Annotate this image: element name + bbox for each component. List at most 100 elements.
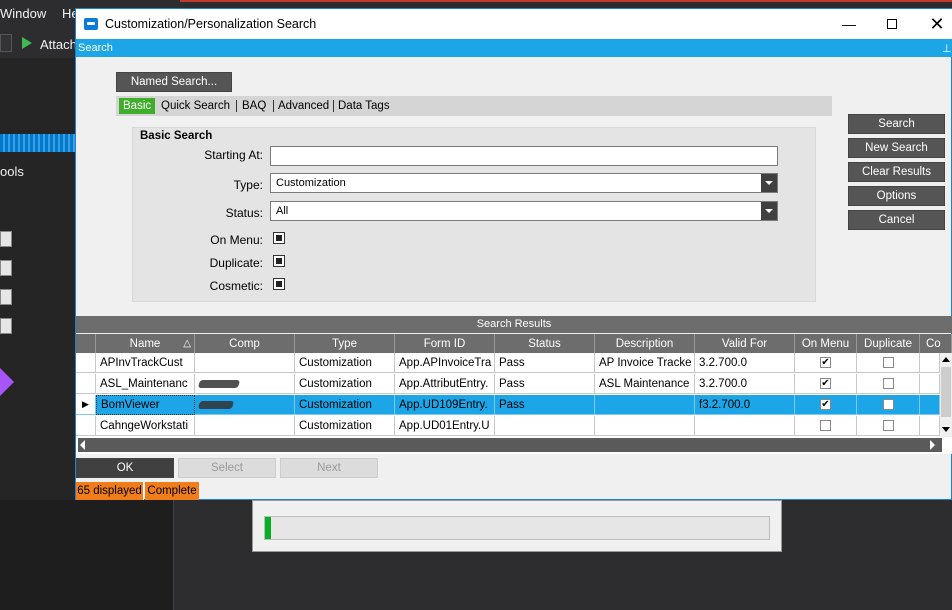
tab-data-tags[interactable]: Data Tags (335, 96, 393, 116)
search-pane-header: Search ⊥ (76, 39, 952, 57)
close-icon: ✕ (929, 13, 945, 34)
search-results-header: Search Results (76, 316, 952, 333)
duplicate-check[interactable] (882, 378, 894, 389)
cell-form-id: App.UD109Entry. (395, 395, 495, 415)
on-menu-check[interactable] (820, 399, 831, 410)
duplicate-label: Duplicate: (209, 256, 263, 270)
cell-form-id: App.AttributEntry. (395, 374, 495, 394)
column-header-co[interactable]: Co (920, 334, 952, 353)
cell-comp (195, 395, 295, 415)
cell-type: Customization (295, 374, 395, 394)
column-header-name[interactable]: Name △ (96, 334, 195, 353)
redacted-mark (197, 400, 235, 409)
new-search-button[interactable]: New Search (848, 138, 945, 158)
bg-progress-fill (265, 517, 271, 539)
column-header-type[interactable]: Type (295, 334, 395, 353)
scroll-thumb[interactable] (941, 367, 951, 417)
column-header-status[interactable]: Status (495, 334, 595, 353)
close-button[interactable]: ✕ (914, 9, 952, 39)
type-select[interactable]: Customization (270, 173, 778, 193)
column-header-description[interactable]: Description (595, 334, 695, 353)
search-button[interactable]: Search (848, 114, 945, 134)
maximize-button[interactable] (869, 9, 915, 39)
ok-button[interactable]: OK (76, 458, 174, 478)
cell-co (920, 353, 940, 373)
cell-on-menu (795, 416, 857, 436)
scroll-right-icon[interactable] (930, 440, 935, 450)
cell-on-menu (795, 395, 857, 415)
column-header-on-menu[interactable]: On Menu (795, 334, 857, 353)
cell-valid-for (695, 416, 795, 436)
cell-status: Pass (495, 395, 595, 415)
dialog-titlebar[interactable]: Customization/Personalization Search — ✕ (76, 9, 952, 39)
named-search-button[interactable]: Named Search... (116, 72, 232, 92)
cell-on-menu (795, 374, 857, 394)
duplicate-check[interactable] (882, 399, 894, 410)
row-selector[interactable] (76, 353, 96, 373)
cell-comp (195, 353, 295, 373)
scroll-up-icon[interactable] (940, 353, 952, 365)
cell-co (920, 395, 940, 415)
scroll-down-icon[interactable] (940, 423, 952, 435)
on-menu-check[interactable] (820, 420, 831, 431)
cell-name: ASL_Maintenanc (96, 374, 195, 394)
vertical-scrollbar[interactable] (940, 353, 952, 437)
cell-name: BomViewer (96, 395, 195, 415)
cosmetic-checkbox[interactable] (273, 278, 285, 290)
scroll-thumb[interactable] (90, 439, 926, 451)
cell-valid-for: 3.2.700.0 (695, 353, 795, 373)
column-header-valid-for[interactable]: Valid For (695, 334, 795, 353)
duplicate-check[interactable] (882, 420, 894, 431)
cell-duplicate (857, 416, 920, 436)
scroll-left-icon[interactable] (80, 440, 85, 450)
play-icon[interactable] (22, 37, 32, 49)
duplicate-checkbox[interactable] (273, 255, 285, 267)
chevron-down-icon[interactable] (761, 202, 777, 220)
options-button[interactable]: Options (848, 186, 945, 206)
minimize-icon: — (842, 16, 856, 32)
status-select-value: All (276, 205, 289, 217)
row-selector[interactable]: ▶ (76, 395, 96, 415)
column-header-form-id[interactable]: Form ID (395, 334, 495, 353)
duplicate-check[interactable] (882, 357, 894, 368)
bg-menu-window[interactable]: Window (0, 6, 46, 21)
bg-box[interactable] (0, 289, 12, 305)
row-selector[interactable] (76, 416, 96, 436)
cell-type: Customization (295, 353, 395, 373)
bg-dropdown[interactable] (0, 34, 12, 52)
row-selector[interactable] (76, 374, 96, 394)
on-menu-check[interactable] (820, 378, 831, 389)
search-pane-title: Search (78, 42, 113, 54)
cell-name: CahngeWorkstati (96, 416, 195, 436)
search-state-badge: Complete (145, 482, 199, 500)
pin-icon[interactable]: ⊥ (942, 42, 952, 55)
bg-box[interactable] (0, 260, 12, 276)
bg-box[interactable] (0, 231, 12, 247)
next-button[interactable]: Next (280, 458, 378, 478)
bg-attach-label[interactable]: Attach (40, 37, 77, 52)
column-header-comp[interactable]: Comp (195, 334, 295, 353)
cancel-button[interactable]: Cancel (848, 210, 945, 230)
column-header-duplicate[interactable]: Duplicate (857, 334, 920, 353)
tab-advanced[interactable]: Advanced (275, 96, 332, 116)
starting-at-input[interactable] (270, 146, 778, 166)
tab-baq[interactable]: BAQ (239, 96, 269, 116)
minimize-button[interactable]: — (826, 9, 872, 39)
on-menu-label: On Menu: (210, 233, 263, 247)
on-menu-checkbox[interactable] (273, 232, 285, 244)
on-menu-check[interactable] (820, 357, 831, 368)
cell-valid-for: 3.2.700.0 (695, 374, 795, 394)
tab-separator (273, 100, 274, 112)
cell-form-id: App.APInvoiceTra (395, 353, 495, 373)
select-button[interactable]: Select (178, 458, 276, 478)
indeterminate-mark (276, 281, 282, 287)
tab-quick-search[interactable]: Quick Search (158, 96, 233, 116)
clear-results-button[interactable]: Clear Results (848, 162, 945, 182)
status-select[interactable]: All (270, 201, 778, 221)
chevron-down-icon[interactable] (761, 174, 777, 192)
results-count-badge: 65 displayed (76, 482, 144, 500)
tab-basic[interactable]: Basic (119, 98, 156, 114)
horizontal-scrollbar[interactable] (78, 438, 942, 452)
dialog-title: Customization/Personalization Search (105, 17, 317, 31)
bg-box[interactable] (0, 318, 12, 334)
